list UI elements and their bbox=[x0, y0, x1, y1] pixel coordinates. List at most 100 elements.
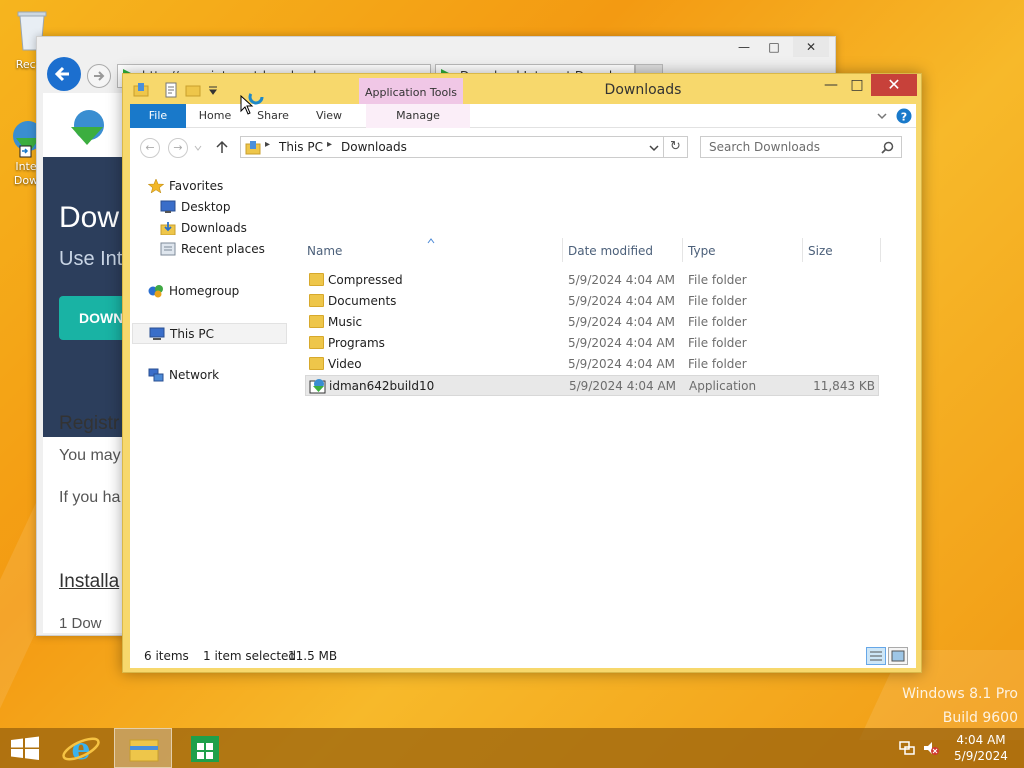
file-row[interactable]: Programs 5/9/2024 4:04 AM File folder bbox=[305, 333, 879, 354]
selection-size: 11.5 MB bbox=[288, 649, 338, 663]
volume-muted-icon[interactable] bbox=[922, 739, 940, 757]
address-dropdown-icon[interactable] bbox=[649, 143, 659, 153]
browser-maximize-button[interactable]: □ bbox=[759, 37, 789, 57]
browser-forward-button[interactable] bbox=[87, 64, 111, 88]
tab-home[interactable]: Home bbox=[192, 104, 238, 128]
column-divider[interactable] bbox=[682, 238, 683, 262]
svg-text:?: ? bbox=[901, 111, 907, 124]
status-bar: 6 items 1 item selected 11.5 MB bbox=[130, 644, 916, 668]
column-size[interactable]: Size bbox=[808, 244, 833, 258]
registration-line-2: If you ha bbox=[59, 489, 121, 506]
nav-this-pc[interactable]: This PC bbox=[132, 323, 287, 344]
navigation-pane: Favorites Desktop Downloads Recent place… bbox=[130, 166, 290, 644]
location-icon bbox=[245, 141, 261, 155]
network-tray-icon[interactable] bbox=[898, 739, 916, 757]
new-folder-icon[interactable] bbox=[185, 82, 201, 98]
file-date: 5/9/2024 4:04 AM bbox=[568, 336, 676, 350]
folder-icon bbox=[309, 294, 324, 307]
file-type: File folder bbox=[688, 273, 747, 287]
file-row[interactable]: Music 5/9/2024 4:04 AM File folder bbox=[305, 312, 879, 333]
nav-downloads[interactable]: Downloads bbox=[160, 218, 270, 238]
file-explorer-window[interactable]: Application Tools Downloads — □ ✕ File H… bbox=[122, 73, 922, 673]
breadcrumb-downloads[interactable]: Downloads bbox=[341, 140, 407, 154]
system-clock[interactable]: 4:04 AM 5/9/2024 bbox=[948, 732, 1014, 764]
maximize-button[interactable]: □ bbox=[843, 74, 871, 96]
recent-locations-icon[interactable] bbox=[194, 144, 202, 152]
column-divider[interactable] bbox=[802, 238, 803, 262]
details-view-button[interactable] bbox=[866, 647, 886, 665]
navigation-bar: ← → ▸ This PC ▸ Downloads ↻ Search Downl… bbox=[130, 128, 916, 166]
nav-desktop[interactable]: Desktop bbox=[160, 197, 270, 217]
file-explorer-icon bbox=[129, 739, 159, 762]
tab-share[interactable]: Share bbox=[250, 104, 296, 128]
start-button[interactable] bbox=[0, 728, 50, 768]
hero-title: Dow bbox=[59, 201, 120, 234]
file-type: File folder bbox=[688, 357, 747, 371]
nav-network[interactable]: Network bbox=[148, 365, 268, 385]
browser-back-button[interactable] bbox=[47, 57, 81, 91]
file-row[interactable]: Documents 5/9/2024 4:04 AM File folder bbox=[305, 291, 879, 312]
file-name: idman642build10 bbox=[329, 379, 435, 393]
column-type[interactable]: Type bbox=[688, 244, 716, 258]
folder-icon bbox=[309, 315, 324, 328]
column-divider[interactable] bbox=[880, 238, 881, 262]
installation-step-1: 1 Dow bbox=[59, 615, 102, 632]
taskbar-internet-explorer[interactable]: e bbox=[52, 728, 110, 768]
file-type: Application bbox=[689, 379, 757, 393]
column-date-modified[interactable]: Date modified bbox=[568, 244, 653, 258]
file-name: Music bbox=[328, 315, 363, 329]
svg-text:e: e bbox=[71, 732, 90, 767]
up-arrow-icon[interactable] bbox=[214, 139, 230, 155]
refresh-button[interactable]: ↻ bbox=[664, 136, 688, 158]
tab-view[interactable]: View bbox=[306, 104, 352, 128]
tab-file[interactable]: File bbox=[130, 104, 186, 128]
forward-button[interactable]: → bbox=[168, 138, 188, 158]
taskbar-file-explorer[interactable] bbox=[114, 728, 172, 768]
expand-ribbon-icon[interactable] bbox=[876, 110, 888, 122]
nav-label: Favorites bbox=[169, 179, 224, 193]
nav-label: Homegroup bbox=[169, 284, 240, 298]
homegroup-icon bbox=[148, 285, 163, 298]
file-date: 5/9/2024 4:04 AM bbox=[569, 379, 677, 393]
details-view-icon bbox=[870, 651, 882, 661]
column-divider[interactable] bbox=[562, 238, 563, 262]
file-row-selected[interactable]: idman642build10 5/9/2024 4:04 AM Applica… bbox=[305, 375, 879, 396]
star-icon bbox=[148, 179, 164, 193]
downloads-folder-icon bbox=[160, 222, 176, 235]
large-icons-view-button[interactable] bbox=[888, 647, 908, 665]
watermark-build: Build 9600 bbox=[942, 710, 1018, 726]
window-title: Downloads bbox=[604, 82, 682, 98]
browser-minimize-button[interactable]: — bbox=[729, 37, 759, 57]
file-type: File folder bbox=[688, 315, 747, 329]
selection-count: 1 item selected bbox=[203, 649, 297, 663]
customize-qat-icon[interactable] bbox=[207, 82, 223, 98]
minimize-button[interactable]: — bbox=[817, 74, 845, 96]
clock-time: 4:04 AM bbox=[956, 733, 1006, 747]
folder-icon bbox=[309, 357, 324, 370]
nav-label: Recent places bbox=[181, 242, 265, 256]
nav-homegroup[interactable]: Homegroup bbox=[148, 281, 268, 301]
search-input[interactable]: Search Downloads bbox=[700, 136, 902, 158]
nav-recent-places[interactable]: Recent places bbox=[160, 239, 280, 259]
os-watermark: Windows 8.1 Pro Build 9600 bbox=[902, 682, 1018, 730]
back-button[interactable]: ← bbox=[140, 138, 160, 158]
file-row[interactable]: Video 5/9/2024 4:04 AM File folder bbox=[305, 354, 879, 375]
column-name[interactable]: Name bbox=[307, 244, 342, 258]
tab-manage[interactable]: Manage bbox=[366, 104, 470, 128]
recent-places-icon bbox=[160, 242, 176, 256]
browser-close-button[interactable]: ✕ bbox=[793, 37, 829, 57]
file-type: File folder bbox=[688, 294, 747, 308]
taskbar-store[interactable] bbox=[176, 728, 234, 768]
large-icons-view-icon bbox=[891, 650, 905, 662]
file-row[interactable]: Compressed 5/9/2024 4:04 AM File folder bbox=[305, 270, 879, 291]
breadcrumb-this-pc[interactable]: This PC bbox=[279, 140, 323, 154]
store-icon bbox=[191, 736, 219, 762]
watermark-edition: Windows 8.1 Pro bbox=[902, 686, 1018, 702]
search-placeholder: Search Downloads bbox=[709, 140, 820, 154]
file-date: 5/9/2024 4:04 AM bbox=[568, 357, 676, 371]
close-button[interactable]: ✕ bbox=[871, 74, 917, 96]
help-icon[interactable]: ? bbox=[896, 108, 912, 124]
nav-favorites[interactable]: Favorites bbox=[148, 176, 268, 196]
address-bar[interactable]: ▸ This PC ▸ Downloads bbox=[240, 136, 664, 158]
properties-icon[interactable] bbox=[163, 82, 179, 98]
